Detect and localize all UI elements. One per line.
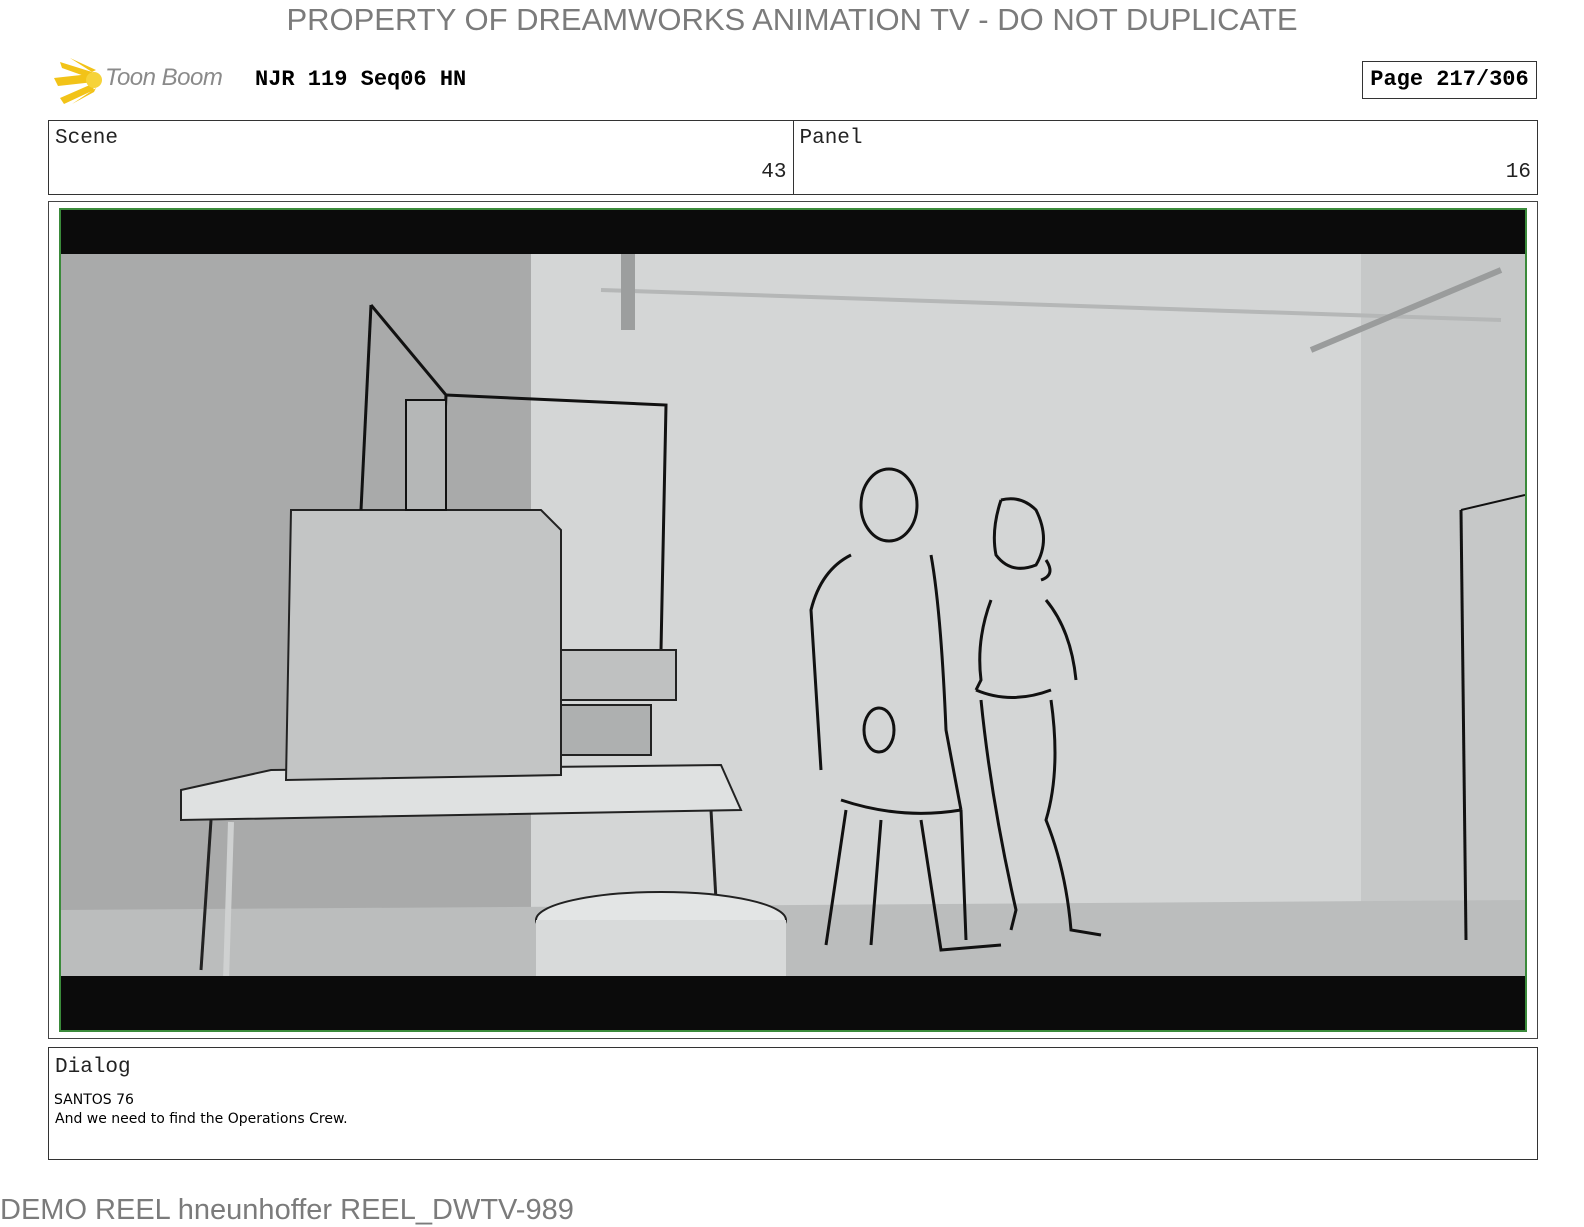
scene-panel-info: Scene 43 Panel 16	[48, 120, 1538, 195]
panel-number: 16	[1505, 161, 1531, 184]
storyboard-sketch	[61, 210, 1525, 1030]
dialog-label: Dialog	[55, 1056, 131, 1079]
footer-watermark: DEMO REEL hneunhoffer REEL_DWTV-989	[0, 1194, 574, 1226]
dialog-box: Dialog SANTOS 76 And we need to find the…	[48, 1047, 1538, 1160]
dialog-speaker: SANTOS 76	[54, 1092, 134, 1108]
scene-number: 43	[761, 161, 787, 184]
scene-label: Scene	[55, 127, 119, 150]
page-number: Page 217/306	[1362, 61, 1537, 99]
storyboard-panel-frame	[48, 201, 1538, 1039]
panel-cell: Panel 16	[792, 121, 1538, 194]
header-watermark: PROPERTY OF DREAMWORKS ANIMATION TV - DO…	[286, 2, 1298, 37]
panel-label: Panel	[799, 127, 863, 150]
project-title: NJR 119 Seq06 HN	[255, 67, 467, 92]
dialog-line: And we need to find the Operations Crew.	[55, 1111, 348, 1127]
scene-cell: Scene 43	[49, 121, 793, 194]
logo-text: Toon Boom	[105, 64, 223, 91]
storyboard-panel-image	[59, 208, 1527, 1032]
